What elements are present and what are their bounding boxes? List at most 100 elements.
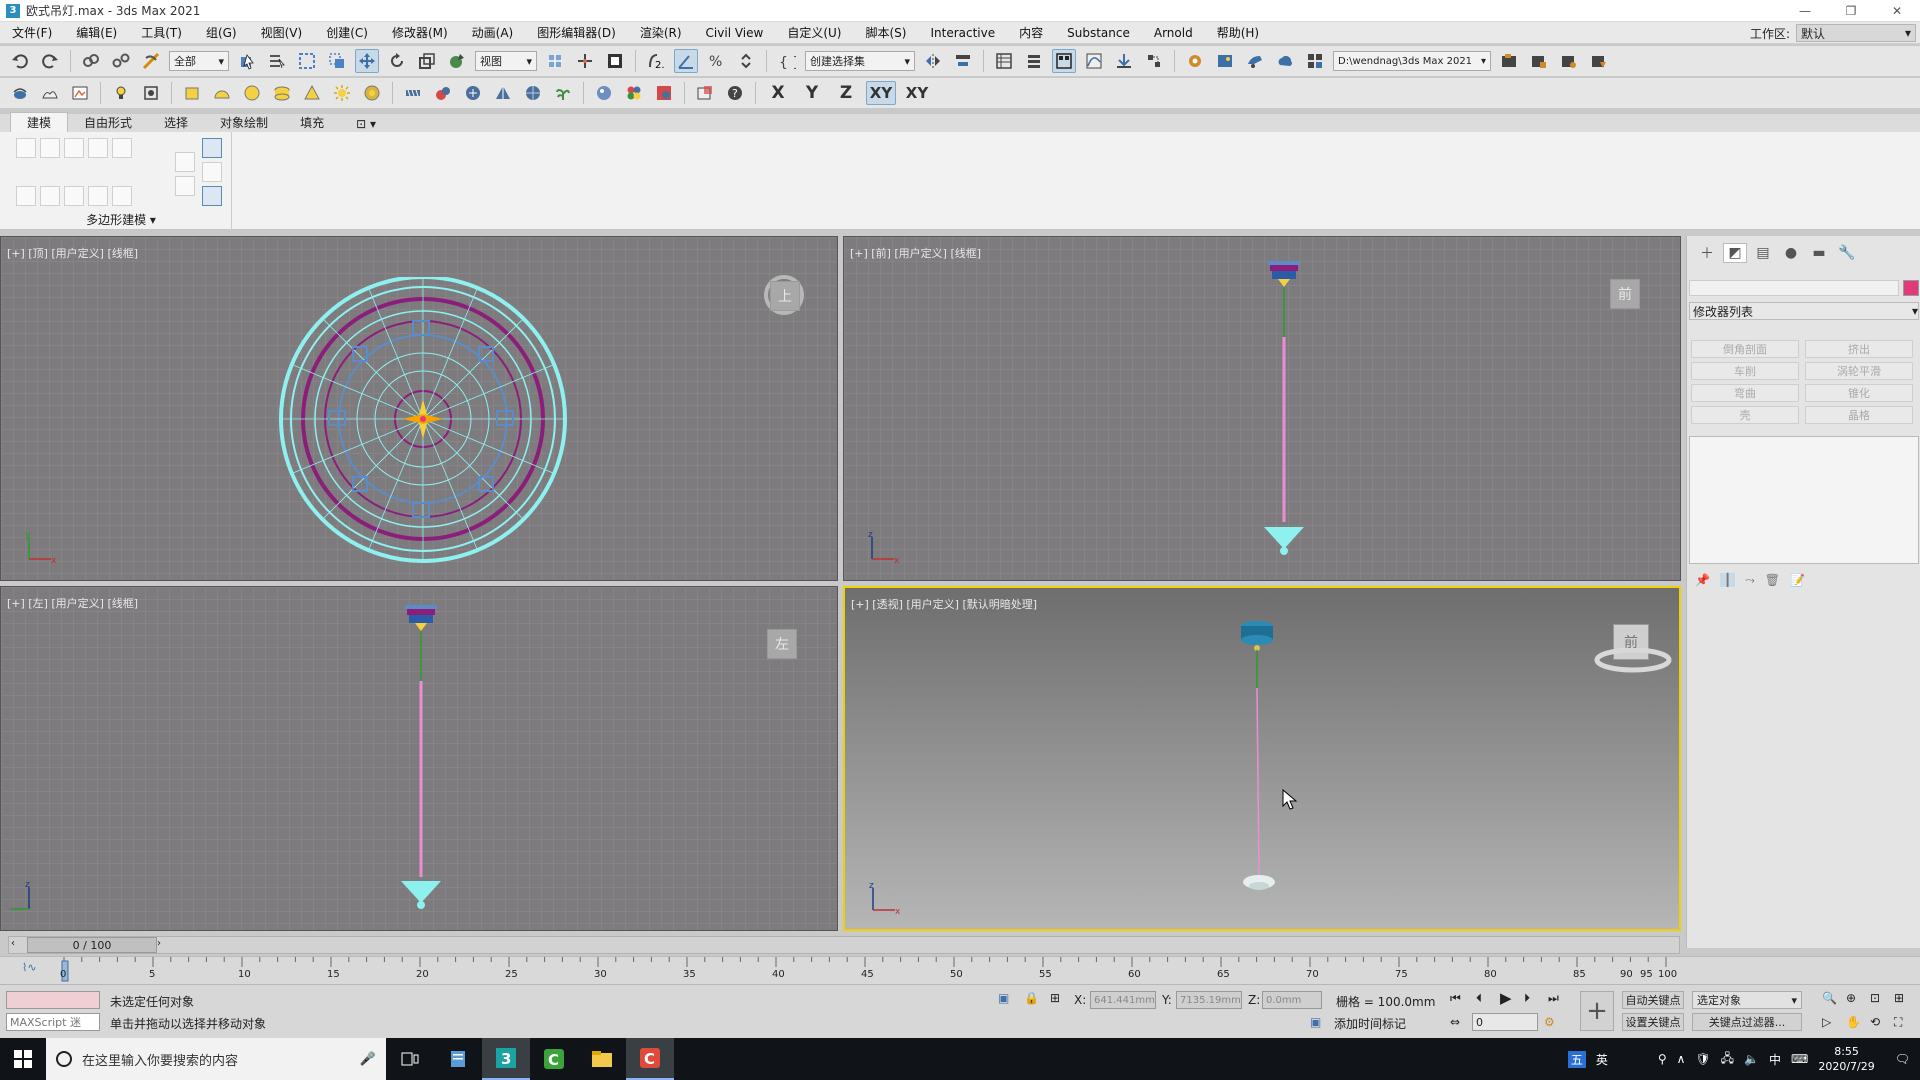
- taskbar-camtasia-green-icon[interactable]: C: [530, 1038, 578, 1080]
- constrain-xy-cycle-button[interactable]: XY: [902, 81, 932, 105]
- notification-center-icon[interactable]: 🗨: [1895, 1052, 1910, 1066]
- menu-views[interactable]: 视图(V): [249, 24, 315, 41]
- render-frame-icon[interactable]: [68, 81, 92, 105]
- teapot-create-icon[interactable]: [8, 81, 32, 105]
- help-icon[interactable]: ?: [723, 81, 747, 105]
- viewport-front[interactable]: [+] [前] [用户定义] [线框] 前 zx: [843, 236, 1681, 581]
- material-editor-icon[interactable]: [1142, 49, 1166, 73]
- light-lister-icon[interactable]: [109, 81, 133, 105]
- render-setup-icon[interactable]: [1183, 49, 1207, 73]
- modifier-list-select[interactable]: 修改器列表 ▾: [1689, 302, 1919, 320]
- rect-selection-region-icon[interactable]: [295, 49, 319, 73]
- border-mode-icon[interactable]: [64, 138, 84, 158]
- half-sphere-primitive-icon[interactable]: [210, 81, 234, 105]
- viewport-perspective[interactable]: [+] [透视] [用户定义] [默认明暗处理] 前 zx: [843, 586, 1681, 931]
- menu-animation[interactable]: 动画(A): [460, 24, 526, 41]
- geosphere-primitive-icon[interactable]: [360, 81, 384, 105]
- time-slider-prev-icon[interactable]: ‹: [11, 938, 15, 949]
- ime-pinyin-icon[interactable]: 五: [1567, 1050, 1586, 1068]
- undo-icon[interactable]: [8, 49, 32, 73]
- lattice-button[interactable]: 晶格: [1805, 406, 1913, 424]
- go-to-start-icon[interactable]: ⏮: [1450, 991, 1461, 1006]
- window-crossing-icon[interactable]: [325, 49, 349, 73]
- set-key-big-icon[interactable]: +: [1580, 991, 1614, 1031]
- viewport-left-label[interactable]: [+] [左] [用户定义] [线框]: [7, 595, 138, 611]
- constrain-y-button[interactable]: Y: [798, 81, 826, 105]
- lathe-button[interactable]: 车削: [1691, 362, 1799, 380]
- menu-modifiers[interactable]: 修改器(M): [380, 24, 460, 41]
- render-shot-icon[interactable]: [1303, 49, 1327, 73]
- tweak-icon[interactable]: [202, 186, 222, 206]
- reference-coordinate-select[interactable]: 视图 ▾: [475, 51, 537, 71]
- task-view-icon[interactable]: [386, 1038, 434, 1080]
- polygon-mode-icon[interactable]: [88, 138, 108, 158]
- project-folder-icon[interactable]: [1497, 49, 1521, 73]
- keyboard-shortcut-override-icon[interactable]: [603, 49, 627, 73]
- scene-explorer-icon[interactable]: [992, 49, 1016, 73]
- next-frame-icon[interactable]: ⏵: [1524, 991, 1530, 1006]
- cone-primitive-icon[interactable]: [300, 81, 324, 105]
- box-primitive-icon[interactable]: [180, 81, 204, 105]
- key-set-select[interactable]: 选定对象 ▾: [1692, 991, 1802, 1009]
- layer-explorer-icon[interactable]: [1022, 49, 1046, 73]
- utilities-tab-icon[interactable]: 🔧: [1835, 243, 1859, 263]
- select-and-manipulate-icon[interactable]: [573, 49, 597, 73]
- taskbar-search[interactable]: 在这里输入你要搜索的内容 🎤: [46, 1038, 386, 1080]
- microphone-icon[interactable]: 🎤: [360, 1052, 376, 1067]
- add-time-tag-button[interactable]: 添加时间标记: [1334, 1015, 1406, 1032]
- windows-start-icon[interactable]: [0, 1038, 46, 1080]
- project-path-select[interactable]: D:\wendnag\3ds Max 2021 ▾: [1333, 51, 1491, 71]
- time-tag-icon[interactable]: ▣: [1310, 1015, 1321, 1029]
- particle-system-icon[interactable]: [401, 81, 425, 105]
- pin-stack-icon[interactable]: [88, 186, 108, 206]
- viewcube-top[interactable]: 上: [770, 281, 800, 311]
- zoom-icon[interactable]: 🔍: [1822, 991, 1837, 1005]
- menu-create[interactable]: 创建(C): [314, 24, 380, 41]
- orbit-icon[interactable]: ⟲: [1870, 1015, 1880, 1029]
- selection-lock-icon[interactable]: 🔒: [1024, 991, 1039, 1005]
- workspace-select[interactable]: 默认 ▾: [1796, 24, 1916, 42]
- tray-overflow-icon[interactable]: ∧: [1677, 1052, 1686, 1066]
- ime-mode-english[interactable]: 英: [1596, 1051, 1608, 1068]
- create-tab-icon[interactable]: ＋: [1695, 243, 1719, 263]
- show-end-result-icon[interactable]: [112, 186, 132, 206]
- tab-selection[interactable]: 选择: [148, 113, 204, 132]
- show-end-result-icon[interactable]: ┃: [1719, 573, 1736, 587]
- modifier-stack[interactable]: [1689, 436, 1919, 564]
- field-of-view-icon[interactable]: ▷: [1822, 1015, 1831, 1029]
- pin-stack-icon[interactable]: 📌: [1695, 573, 1710, 587]
- use-soft-selection-icon[interactable]: [202, 138, 222, 158]
- constrain-z-button[interactable]: Z: [832, 81, 860, 105]
- bend-button[interactable]: 弯曲: [1691, 384, 1799, 402]
- network-icon[interactable]: 🖧: [1721, 1049, 1734, 1070]
- compound-object-icon[interactable]: [431, 81, 455, 105]
- input-method-icon[interactable]: ⌨: [1791, 1052, 1808, 1066]
- body-object-icon[interactable]: [461, 81, 485, 105]
- auto-key-button[interactable]: 自动关键点: [1622, 991, 1684, 1009]
- spinner-snap-icon[interactable]: [734, 49, 758, 73]
- sphere-primitive-icon[interactable]: [240, 81, 264, 105]
- taskbar-3dsmax-icon[interactable]: 3: [482, 1038, 530, 1080]
- light-primitive-icon[interactable]: [330, 81, 354, 105]
- material-map-icon[interactable]: [652, 81, 676, 105]
- named-selection-set-select[interactable]: 创建选择集 ▾: [805, 51, 915, 71]
- align-icon[interactable]: [951, 49, 975, 73]
- security-shield-icon[interactable]: 🛡: [1695, 1052, 1710, 1066]
- snaps-toggle-icon[interactable]: 2.5: [644, 49, 668, 73]
- remove-modifier-icon[interactable]: 🗑: [1765, 573, 1780, 587]
- select-by-name-icon[interactable]: [265, 49, 289, 73]
- edge-mode-icon[interactable]: [40, 138, 60, 158]
- menu-customize[interactable]: 自定义(U): [775, 24, 853, 41]
- extrude-button[interactable]: 挤出: [1805, 340, 1913, 358]
- time-slider[interactable]: ‹ 0 / 100 ›: [8, 936, 1680, 954]
- isolate-selection-icon[interactable]: ▣: [998, 991, 1009, 1005]
- menu-arnold[interactable]: Arnold: [1142, 26, 1205, 40]
- menu-group[interactable]: 组(G): [194, 24, 249, 41]
- maximize-viewport-icon[interactable]: ⛶: [1894, 1015, 1902, 1030]
- maxscript-mini-listener[interactable]: MAXScript 迷: [6, 1013, 100, 1031]
- menu-rendering[interactable]: 渲染(R): [628, 24, 694, 41]
- placement-icon[interactable]: [139, 81, 163, 105]
- edit-named-selection-icon[interactable]: { }: [775, 49, 799, 73]
- redo-icon[interactable]: [38, 49, 62, 73]
- plant-object-icon[interactable]: [551, 81, 575, 105]
